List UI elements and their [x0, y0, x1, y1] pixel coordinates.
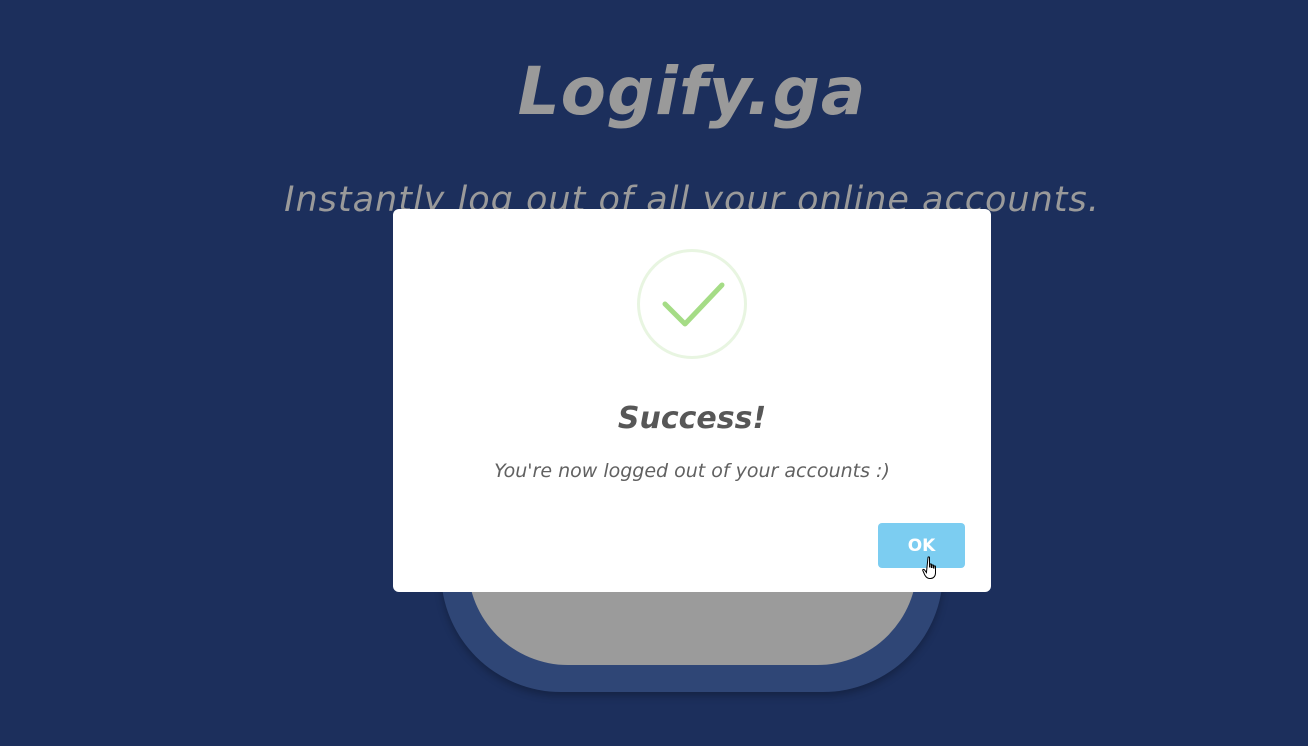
success-dialog: Success! You're now logged out of your a… [393, 209, 991, 592]
site-title: Logify.ga [517, 53, 867, 130]
hand-pointer-icon [922, 556, 936, 579]
dialog-title: Success! [617, 401, 767, 436]
page: Logify.ga Instantly log out of all your … [0, 0, 1308, 746]
dialog-message: You're now logged out of your accounts :… [494, 460, 890, 482]
checkmark-icon [637, 249, 747, 359]
